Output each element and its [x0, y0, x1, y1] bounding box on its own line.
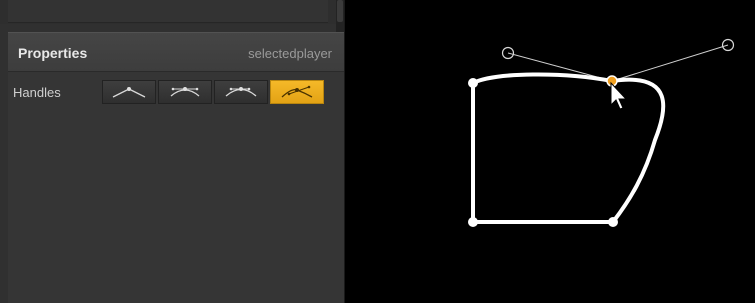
path-canvas[interactable]: [345, 0, 755, 303]
handle-symmetric-icon: [170, 87, 200, 97]
bezier-path[interactable]: [471, 72, 666, 224]
handle-broken-button[interactable]: [270, 80, 324, 104]
top-strip-bar: [8, 0, 328, 23]
handle-smooth-button[interactable]: [102, 80, 156, 104]
handle-symmetric-button[interactable]: [158, 80, 212, 104]
handle-broken-icon: [281, 85, 313, 98]
anchor-point-bottom-right[interactable]: [608, 217, 618, 227]
panel-scrollbar-thumb[interactable]: [337, 0, 343, 22]
properties-body: Handles: [8, 72, 344, 303]
properties-title: Properties: [18, 45, 88, 61]
handle-type-selector: [102, 80, 326, 104]
selected-player-label: selectedplayer: [248, 46, 332, 61]
app-window: Properties selectedplayer Handles: [0, 0, 755, 303]
anchor-point-top-left[interactable]: [468, 78, 478, 88]
mouse-cursor-icon: [610, 81, 628, 110]
handle-asymmetric-button[interactable]: [214, 80, 268, 104]
handle-line-right: [611, 44, 729, 82]
canvas-viewport[interactable]: [345, 0, 755, 303]
handle-smooth-icon: [112, 87, 146, 98]
handle-asymmetric-icon: [225, 87, 257, 97]
properties-header: Properties selectedplayer: [8, 32, 344, 72]
handles-label: Handles: [13, 85, 61, 100]
anchor-point-bottom-left[interactable]: [468, 217, 478, 227]
left-panel: Properties selectedplayer Handles: [0, 0, 345, 303]
top-strip: [0, 0, 336, 24]
